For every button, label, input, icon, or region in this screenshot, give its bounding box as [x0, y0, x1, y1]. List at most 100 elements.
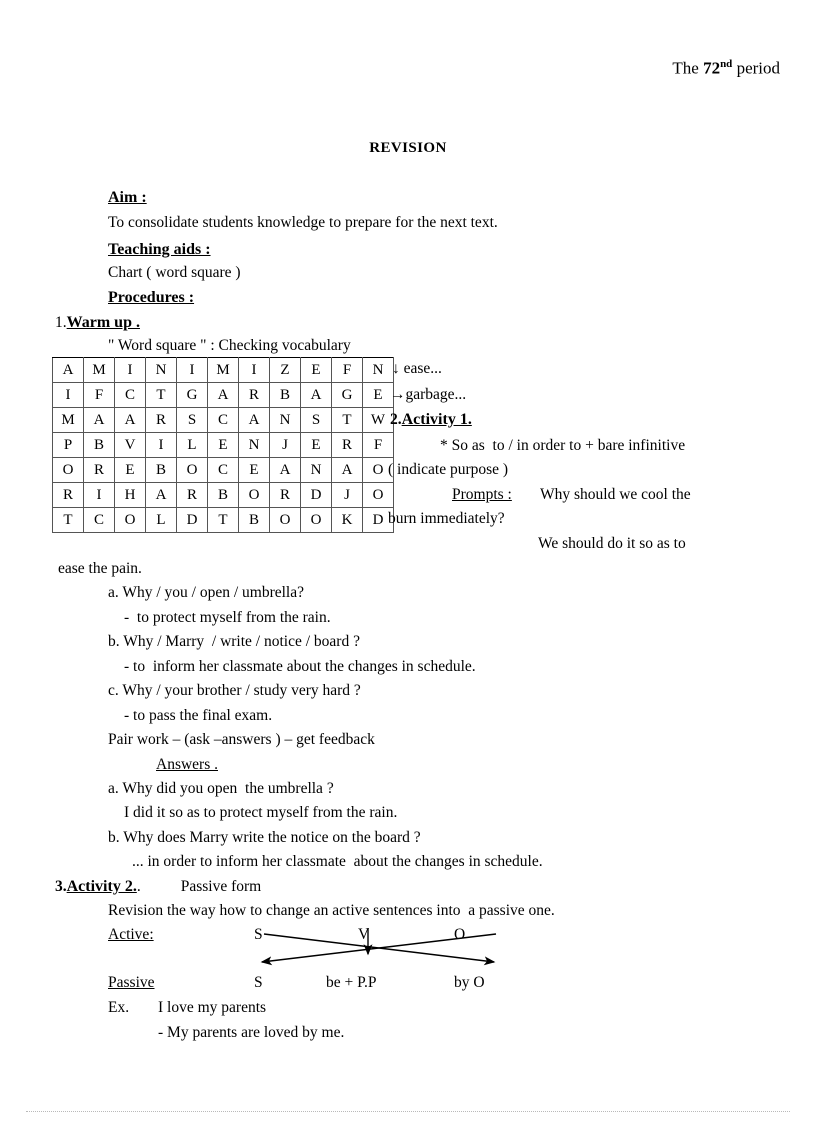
- activity1-item-b: b. Why / Marry / write / notice / board …: [108, 633, 360, 650]
- teaching-aids-heading: Teaching aids :: [108, 241, 211, 258]
- word-square-cell[interactable]: C: [207, 457, 239, 483]
- word-square-cell[interactable]: R: [52, 482, 84, 508]
- word-square-grid[interactable]: AMINIMIZEFNIFCTGARBAGEMAARSCANSTWPBVILEN…: [52, 357, 394, 533]
- word-square-cell[interactable]: V: [114, 432, 146, 458]
- word-square-cell[interactable]: E: [300, 432, 332, 458]
- word-square-cell[interactable]: C: [83, 507, 115, 533]
- word-square-cell[interactable]: R: [176, 482, 208, 508]
- header-period-number: 72: [703, 58, 721, 78]
- word-square-cell[interactable]: B: [269, 382, 301, 408]
- word-square-cell[interactable]: A: [300, 382, 332, 408]
- word-square-cell[interactable]: B: [238, 507, 270, 533]
- word-square-cell[interactable]: A: [207, 382, 239, 408]
- word-square-cell[interactable]: D: [300, 482, 332, 508]
- word-square-cell[interactable]: E: [362, 382, 394, 408]
- word-square-cell[interactable]: N: [300, 457, 332, 483]
- word-square-cell[interactable]: H: [114, 482, 146, 508]
- warm-up-section: 1.Warm up .: [55, 315, 140, 331]
- word-square-cell[interactable]: S: [300, 407, 332, 433]
- word-square-cell[interactable]: B: [145, 457, 177, 483]
- word-square-cell[interactable]: N: [362, 357, 394, 383]
- word-square-cell[interactable]: C: [207, 407, 239, 433]
- word-square-cell[interactable]: A: [269, 457, 301, 483]
- word-square-cell[interactable]: O: [114, 507, 146, 533]
- activity1-item-b-answer: - to inform her classmate about the chan…: [124, 658, 476, 675]
- word-square-cell[interactable]: O: [362, 482, 394, 508]
- word-square-cell[interactable]: O: [52, 457, 84, 483]
- word-square-cell[interactable]: I: [52, 382, 84, 408]
- word-square-cell[interactable]: R: [238, 382, 270, 408]
- word-square-cell[interactable]: L: [176, 432, 208, 458]
- word-square-cell[interactable]: E: [238, 457, 270, 483]
- word-square-cell[interactable]: O: [176, 457, 208, 483]
- word-square-cell[interactable]: O: [300, 507, 332, 533]
- passive-term-be-pp: be + P.P: [326, 974, 377, 991]
- word-square-cell[interactable]: A: [331, 457, 363, 483]
- word-square-cell[interactable]: I: [114, 357, 146, 383]
- word-square-cell[interactable]: A: [114, 407, 146, 433]
- word-square-cell[interactable]: D: [176, 507, 208, 533]
- word-square-cell[interactable]: K: [331, 507, 363, 533]
- word-square-cell[interactable]: M: [52, 407, 84, 433]
- activity2-heading: Activity 2.: [66, 878, 137, 895]
- word-square-cell[interactable]: O: [238, 482, 270, 508]
- answer-a-question: a. Why did you open the umbrella ?: [108, 780, 334, 797]
- word-square-cell[interactable]: N: [145, 357, 177, 383]
- word-square-cell[interactable]: E: [300, 357, 332, 383]
- word-square-cell[interactable]: O: [269, 507, 301, 533]
- warm-up-heading: Warm up .: [66, 314, 140, 331]
- word-square-cell[interactable]: W: [362, 407, 394, 433]
- word-square-cell[interactable]: T: [207, 507, 239, 533]
- header-period-prefix: The: [672, 58, 704, 78]
- word-square-cell[interactable]: I: [176, 357, 208, 383]
- word-square-cell[interactable]: J: [331, 482, 363, 508]
- word-square-cell[interactable]: R: [331, 432, 363, 458]
- word-square-cell[interactable]: N: [238, 432, 270, 458]
- word-square-cell[interactable]: P: [52, 432, 84, 458]
- word-square-cell[interactable]: E: [114, 457, 146, 483]
- word-square-cell[interactable]: C: [114, 382, 146, 408]
- word-square-cell[interactable]: E: [207, 432, 239, 458]
- word-square-cell[interactable]: I: [238, 357, 270, 383]
- procedures-heading: Procedures :: [108, 289, 195, 306]
- word-square-cell[interactable]: R: [145, 407, 177, 433]
- word-square-cell[interactable]: N: [269, 407, 301, 433]
- word-square-cell[interactable]: Z: [269, 357, 301, 383]
- prompt-question-line-2: burn immediately?: [388, 510, 505, 527]
- word-square-row: OREBOCEANAO: [52, 457, 394, 483]
- word-square-caption: " Word square " : Checking vocabulary: [108, 337, 351, 354]
- word-square-cell[interactable]: L: [145, 507, 177, 533]
- word-square-row: PBVILENJERF: [52, 432, 394, 458]
- word-square-cell[interactable]: R: [83, 457, 115, 483]
- word-square-cell[interactable]: F: [83, 382, 115, 408]
- word-square-cell[interactable]: T: [331, 407, 363, 433]
- word-square-cell[interactable]: B: [207, 482, 239, 508]
- word-square-cell[interactable]: A: [83, 407, 115, 433]
- prompt-answer-line-2: ease the pain.: [58, 560, 142, 577]
- activity1-rule: * So as to / in order to + bare infiniti…: [440, 437, 686, 454]
- header-period-ordinal-suffix: nd: [720, 58, 733, 70]
- word-square-cell[interactable]: A: [238, 407, 270, 433]
- prompt-question-line-1: Why should we cool the: [540, 486, 691, 503]
- example-active-sentence: I love my parents: [158, 999, 267, 1016]
- word-square-cell[interactable]: I: [83, 482, 115, 508]
- word-square-cell[interactable]: R: [269, 482, 301, 508]
- word-square-cell[interactable]: A: [145, 482, 177, 508]
- word-square-cell[interactable]: T: [145, 382, 177, 408]
- word-square-cell[interactable]: B: [83, 432, 115, 458]
- word-square-cell[interactable]: A: [52, 357, 84, 383]
- word-square-cell[interactable]: S: [176, 407, 208, 433]
- word-square-cell[interactable]: G: [331, 382, 363, 408]
- word-square-row: AMINIMIZEFN: [52, 357, 394, 383]
- word-square-cell[interactable]: T: [52, 507, 84, 533]
- word-square-cell[interactable]: J: [269, 432, 301, 458]
- word-square-cell[interactable]: F: [362, 432, 394, 458]
- word-square-cell[interactable]: M: [207, 357, 239, 383]
- word-square-cell[interactable]: I: [145, 432, 177, 458]
- passive-term-s: S: [254, 974, 263, 991]
- word-square-cell[interactable]: F: [331, 357, 363, 383]
- word-square-cell[interactable]: M: [83, 357, 115, 383]
- answer-a-response: I did it so as to protect myself from th…: [124, 804, 398, 821]
- document-page: The 72nd period REVISION Aim : To consol…: [0, 0, 816, 1123]
- word-square-cell[interactable]: G: [176, 382, 208, 408]
